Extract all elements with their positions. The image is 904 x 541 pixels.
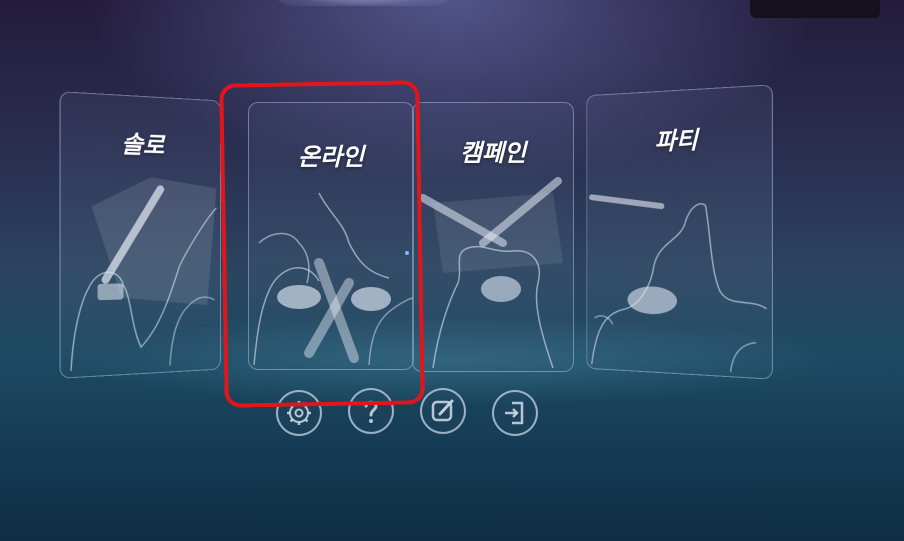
mode-card-solo[interactable]: 솔로 xyxy=(59,91,221,379)
solo-mode-art xyxy=(61,92,220,377)
mode-card-campaign[interactable]: 캠페인 xyxy=(412,102,574,372)
edit-icon xyxy=(431,399,454,422)
exit-icon xyxy=(505,401,524,425)
party-mode-art xyxy=(587,85,772,378)
exit-button[interactable] xyxy=(492,390,538,436)
selection-highlight xyxy=(219,80,425,408)
mode-card-party[interactable]: 파티 xyxy=(586,84,773,380)
top-right-overlay xyxy=(750,0,880,18)
top-logo-glow xyxy=(268,0,458,6)
campaign-mode-art xyxy=(419,177,563,369)
edit-button[interactable] xyxy=(420,388,466,434)
